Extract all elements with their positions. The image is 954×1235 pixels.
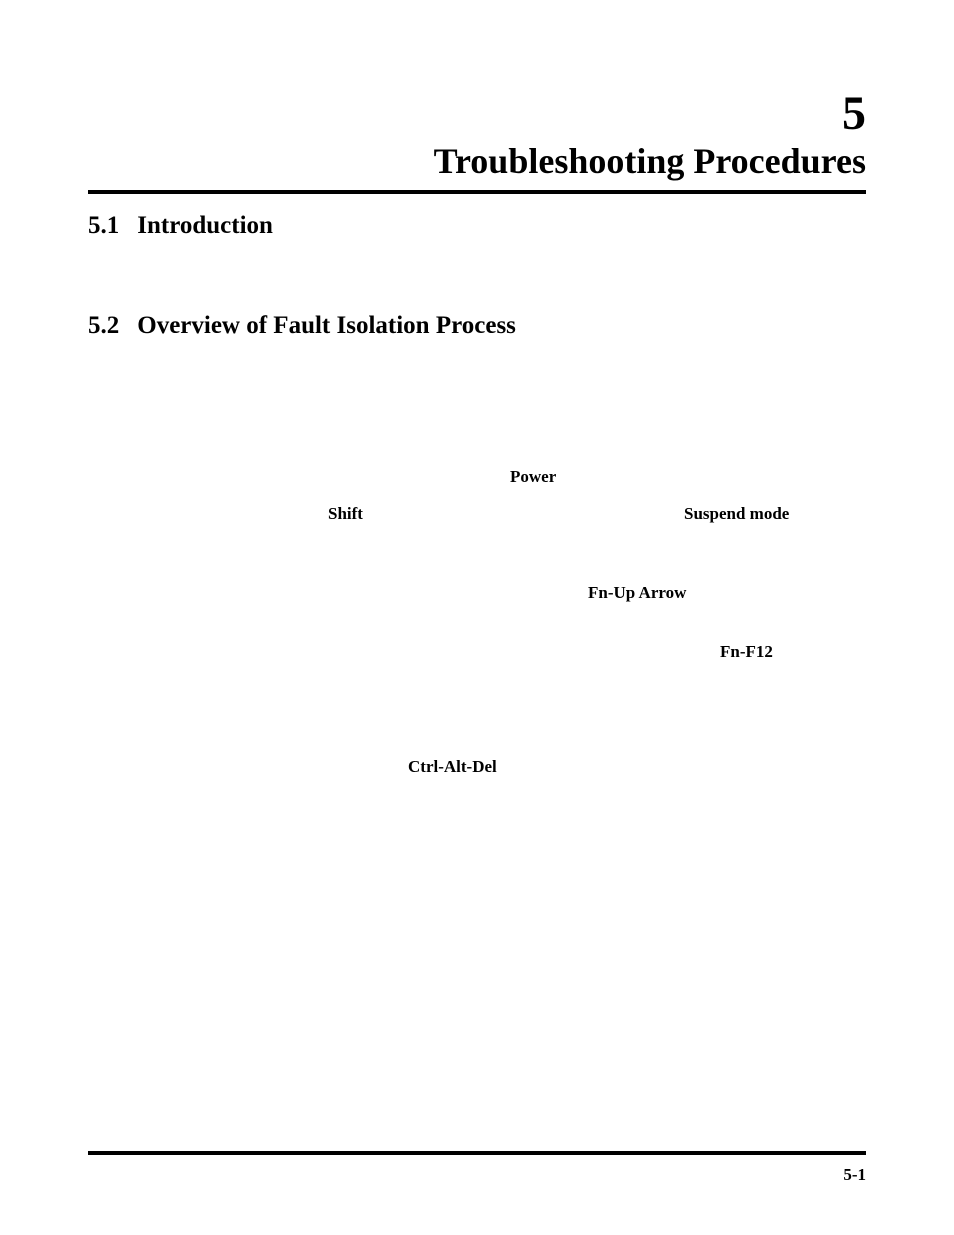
section-number: 5.1 <box>88 212 119 240</box>
section-title: Introduction <box>137 212 273 240</box>
section-number: 5.2 <box>88 312 119 340</box>
page-number: 5-1 <box>843 1165 866 1185</box>
document-page: 5 Troubleshooting Procedures 5.1 Introdu… <box>0 0 954 1235</box>
chapter-number: 5 <box>88 90 866 138</box>
bottom-rule <box>88 1151 866 1155</box>
keyword-fn-up-arrow: Fn-Up Arrow <box>588 579 686 608</box>
keyword-suspend-mode: Suspend mode <box>684 500 789 529</box>
section-title: Overview of Fault Isolation Process <box>137 312 516 340</box>
keyword-ctrl-alt-del: Ctrl-Alt-Del <box>408 753 497 782</box>
keyword-fn-f12: Fn-F12 <box>720 638 773 667</box>
section-heading-intro: 5.1 Introduction <box>88 212 866 240</box>
chapter-title: Troubleshooting Procedures <box>88 142 866 182</box>
chapter-rule <box>88 190 866 194</box>
section-heading-overview: 5.2 Overview of Fault Isolation Process <box>88 312 866 340</box>
keyword-shift: Shift <box>328 500 363 529</box>
keyword-power: Power <box>510 463 556 492</box>
